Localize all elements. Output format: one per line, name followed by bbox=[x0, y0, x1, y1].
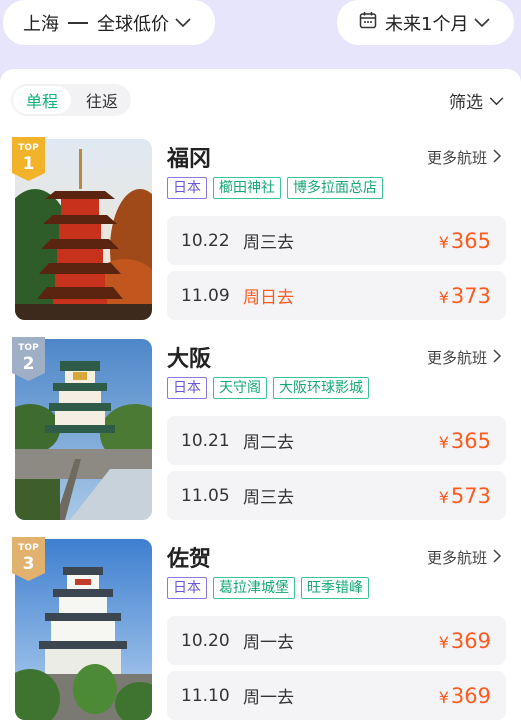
flight-price: ¥369 bbox=[438, 628, 491, 653]
attraction-tag: 葛拉津城堡 bbox=[213, 577, 295, 599]
tab-round-trip[interactable]: 往返 bbox=[73, 86, 131, 114]
date-range-selector[interactable]: 未来1个月 bbox=[337, 0, 514, 45]
flight-row[interactable]: 11.10 周一去 ¥369 bbox=[167, 671, 506, 720]
flight-row[interactable]: 10.22 周三去 ¥365 bbox=[167, 216, 506, 265]
city-name: 佐贺 bbox=[167, 547, 212, 572]
results-panel: 单程 往返 筛选 TOP 1 福冈 更多航班 日本 櫛田神社 博多拉面总店 10… bbox=[0, 69, 521, 728]
flight-price: ¥365 bbox=[438, 428, 491, 453]
rank-badge-label: TOP bbox=[18, 143, 39, 153]
flight-weekday: 周二去 bbox=[243, 433, 294, 453]
rank-badge-label: TOP bbox=[18, 343, 39, 353]
more-flights-link[interactable]: 更多航班 bbox=[427, 547, 502, 568]
more-flights-link[interactable]: 更多航班 bbox=[427, 347, 502, 368]
route-selector[interactable]: 上海 全球低价 bbox=[3, 0, 215, 45]
chevron-right-icon bbox=[493, 548, 502, 567]
route-to: 全球低价 bbox=[97, 13, 169, 35]
trip-type-toggle: 单程 往返 bbox=[11, 84, 131, 116]
chevron-right-icon bbox=[493, 348, 502, 367]
flight-row[interactable]: 11.05 周三去 ¥573 bbox=[167, 471, 506, 520]
chevron-right-icon bbox=[493, 148, 502, 167]
chevron-down-icon bbox=[175, 12, 191, 33]
rank-badge-label: TOP bbox=[18, 543, 39, 553]
rank-badge-number: 1 bbox=[23, 154, 35, 174]
country-tag: 日本 bbox=[167, 177, 207, 199]
tag-list: 日本 櫛田神社 博多拉面总店 bbox=[167, 177, 383, 199]
calendar-icon bbox=[359, 11, 377, 34]
destination-card-fukuoka[interactable]: TOP 1 福冈 更多航班 日本 櫛田神社 博多拉面总店 10.22 周三去 ¥… bbox=[0, 137, 521, 329]
more-flights-link[interactable]: 更多航班 bbox=[427, 147, 502, 168]
route-from: 上海 bbox=[23, 13, 59, 35]
flight-date: 11.09 bbox=[181, 285, 230, 306]
tab-one-way[interactable]: 单程 bbox=[13, 86, 71, 114]
flight-date: 10.20 bbox=[181, 630, 230, 651]
country-tag: 日本 bbox=[167, 577, 207, 599]
attraction-tag: 櫛田神社 bbox=[213, 177, 281, 199]
destination-card-osaka[interactable]: TOP 2 大阪 更多航班 日本 天守阁 大阪环球影城 10.21 周二去 ¥3… bbox=[0, 337, 521, 529]
flight-weekday: 周一去 bbox=[243, 633, 294, 653]
flight-date: 11.10 bbox=[181, 685, 230, 706]
flight-row[interactable]: 11.09 周日去 ¥373 bbox=[167, 271, 506, 320]
flight-weekday: 周一去 bbox=[243, 688, 294, 708]
more-flights-label: 更多航班 bbox=[426, 349, 487, 367]
filter-button[interactable]: 筛选 bbox=[449, 88, 504, 113]
chevron-down-icon bbox=[474, 12, 491, 33]
flight-price: ¥369 bbox=[438, 683, 491, 708]
date-range-label: 未来1个月 bbox=[385, 13, 469, 35]
country-tag: 日本 bbox=[167, 377, 207, 399]
rank-badge-number: 2 bbox=[23, 354, 35, 374]
attraction-tag: 博多拉面总店 bbox=[287, 177, 383, 199]
rank-badge: TOP 3 bbox=[12, 537, 45, 581]
flight-date: 11.05 bbox=[181, 485, 230, 506]
flight-weekday: 周日去 bbox=[243, 288, 294, 308]
flight-date: 10.21 bbox=[181, 430, 230, 451]
flight-price: ¥365 bbox=[438, 228, 491, 253]
flight-weekday: 周三去 bbox=[243, 488, 294, 508]
chevron-down-icon bbox=[489, 91, 504, 111]
destination-card-saga[interactable]: TOP 3 佐贺 更多航班 日本 葛拉津城堡 旺季错峰 10.20 周一去 ¥3… bbox=[0, 537, 521, 728]
more-flights-label: 更多航班 bbox=[426, 549, 487, 567]
flight-price: ¥573 bbox=[438, 483, 491, 508]
flight-row[interactable]: 10.20 周一去 ¥369 bbox=[167, 616, 506, 665]
rank-badge: TOP 1 bbox=[12, 137, 45, 181]
attraction-tag: 旺季错峰 bbox=[301, 577, 369, 599]
tag-list: 日本 葛拉津城堡 旺季错峰 bbox=[167, 577, 369, 599]
route-dash bbox=[68, 21, 88, 24]
flight-price: ¥373 bbox=[438, 283, 491, 308]
flight-row[interactable]: 10.21 周二去 ¥365 bbox=[167, 416, 506, 465]
filter-label: 筛选 bbox=[449, 93, 483, 113]
rank-badge-number: 3 bbox=[23, 554, 35, 574]
flight-date: 10.22 bbox=[181, 230, 230, 251]
attraction-tag: 大阪环球影城 bbox=[273, 377, 369, 399]
flight-weekday: 周三去 bbox=[243, 233, 294, 253]
city-name: 福冈 bbox=[167, 147, 212, 172]
tag-list: 日本 天守阁 大阪环球影城 bbox=[167, 377, 369, 399]
more-flights-label: 更多航班 bbox=[426, 149, 487, 167]
rank-badge: TOP 2 bbox=[12, 337, 45, 381]
attraction-tag: 天守阁 bbox=[213, 377, 267, 399]
city-name: 大阪 bbox=[167, 347, 212, 372]
